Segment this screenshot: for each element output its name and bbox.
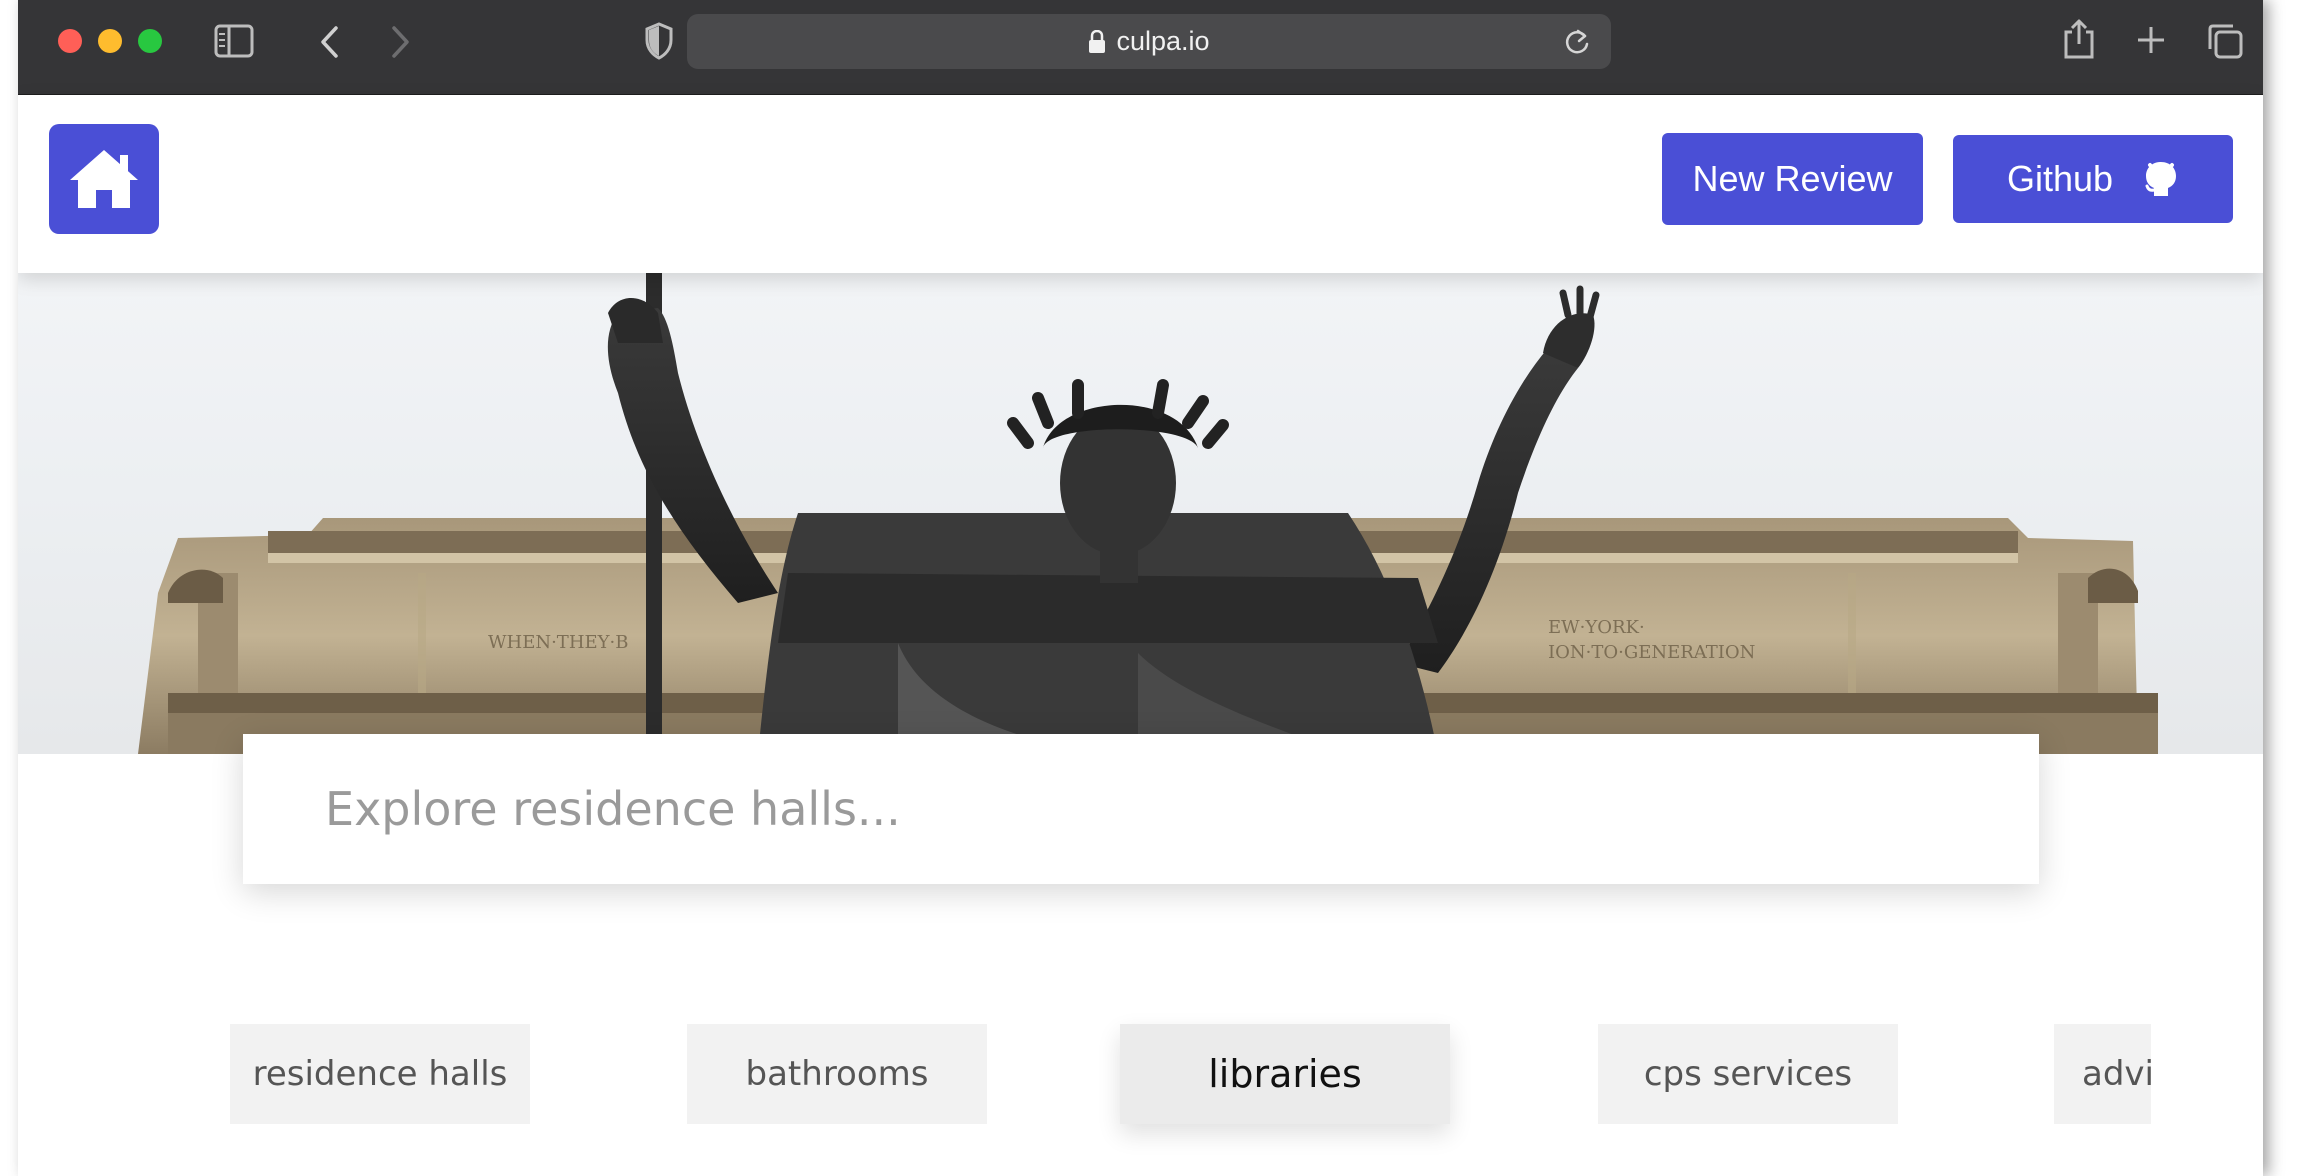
category-chip-label: advi bbox=[2082, 1054, 2151, 1094]
shield-icon[interactable] bbox=[644, 22, 674, 60]
category-chip-advising[interactable]: advi bbox=[2054, 1024, 2151, 1124]
search-box[interactable] bbox=[243, 734, 2039, 884]
new-review-button[interactable]: New Review bbox=[1662, 133, 1923, 225]
browser-toolbar: culpa.io bbox=[18, 0, 2263, 95]
close-window-button[interactable] bbox=[58, 29, 82, 53]
svg-text:ION·TO·GENERATION: ION·TO·GENERATION bbox=[1548, 642, 1755, 663]
reload-icon[interactable] bbox=[1563, 27, 1591, 62]
github-icon bbox=[2145, 162, 2177, 196]
svg-text:EW·YORK·: EW·YORK· bbox=[1548, 617, 1645, 638]
house-icon bbox=[70, 150, 138, 208]
chevron-right-icon[interactable] bbox=[388, 24, 412, 60]
category-chips: residence halls bathrooms libraries cps … bbox=[18, 1024, 2263, 1134]
svg-text:WHEN·THEY·B: WHEN·THEY·B bbox=[488, 632, 628, 653]
minimize-window-button[interactable] bbox=[98, 29, 122, 53]
site-header: New Review Github bbox=[18, 95, 2263, 273]
category-chip-label: residence halls bbox=[252, 1054, 508, 1094]
category-chip-label: libraries bbox=[1208, 1052, 1362, 1096]
hero-image: WHEN·THEY·B EW·YORK· ION·TO·GENERATION bbox=[18, 273, 2263, 754]
home-button[interactable] bbox=[49, 124, 159, 234]
category-chip-label: bathrooms bbox=[745, 1054, 929, 1094]
sidebar-icon[interactable] bbox=[214, 24, 254, 58]
category-chip-cps-services[interactable]: cps services bbox=[1598, 1024, 1898, 1124]
new-review-label: New Review bbox=[1692, 158, 1893, 199]
tabs-overview-icon[interactable] bbox=[2206, 22, 2244, 60]
category-chip-label: cps services bbox=[1643, 1054, 1853, 1094]
category-chip-libraries[interactable]: libraries bbox=[1120, 1024, 1450, 1124]
browser-window: culpa.io New Review Github WHEN·THEY·B E… bbox=[18, 0, 2263, 1176]
url-text: culpa.io bbox=[1116, 26, 1210, 56]
address-bar[interactable]: culpa.io bbox=[687, 14, 1611, 69]
lock-icon bbox=[1088, 29, 1106, 54]
search-input[interactable] bbox=[325, 782, 1825, 836]
zoom-window-button[interactable] bbox=[138, 29, 162, 53]
share-icon[interactable] bbox=[2062, 18, 2096, 60]
category-chip-residence-halls[interactable]: residence halls bbox=[230, 1024, 530, 1124]
github-label: Github bbox=[2006, 158, 2114, 199]
plus-icon[interactable] bbox=[2135, 24, 2167, 56]
github-button[interactable]: Github bbox=[1953, 135, 2233, 223]
category-chip-bathrooms[interactable]: bathrooms bbox=[687, 1024, 987, 1124]
chevron-left-icon[interactable] bbox=[318, 24, 342, 60]
